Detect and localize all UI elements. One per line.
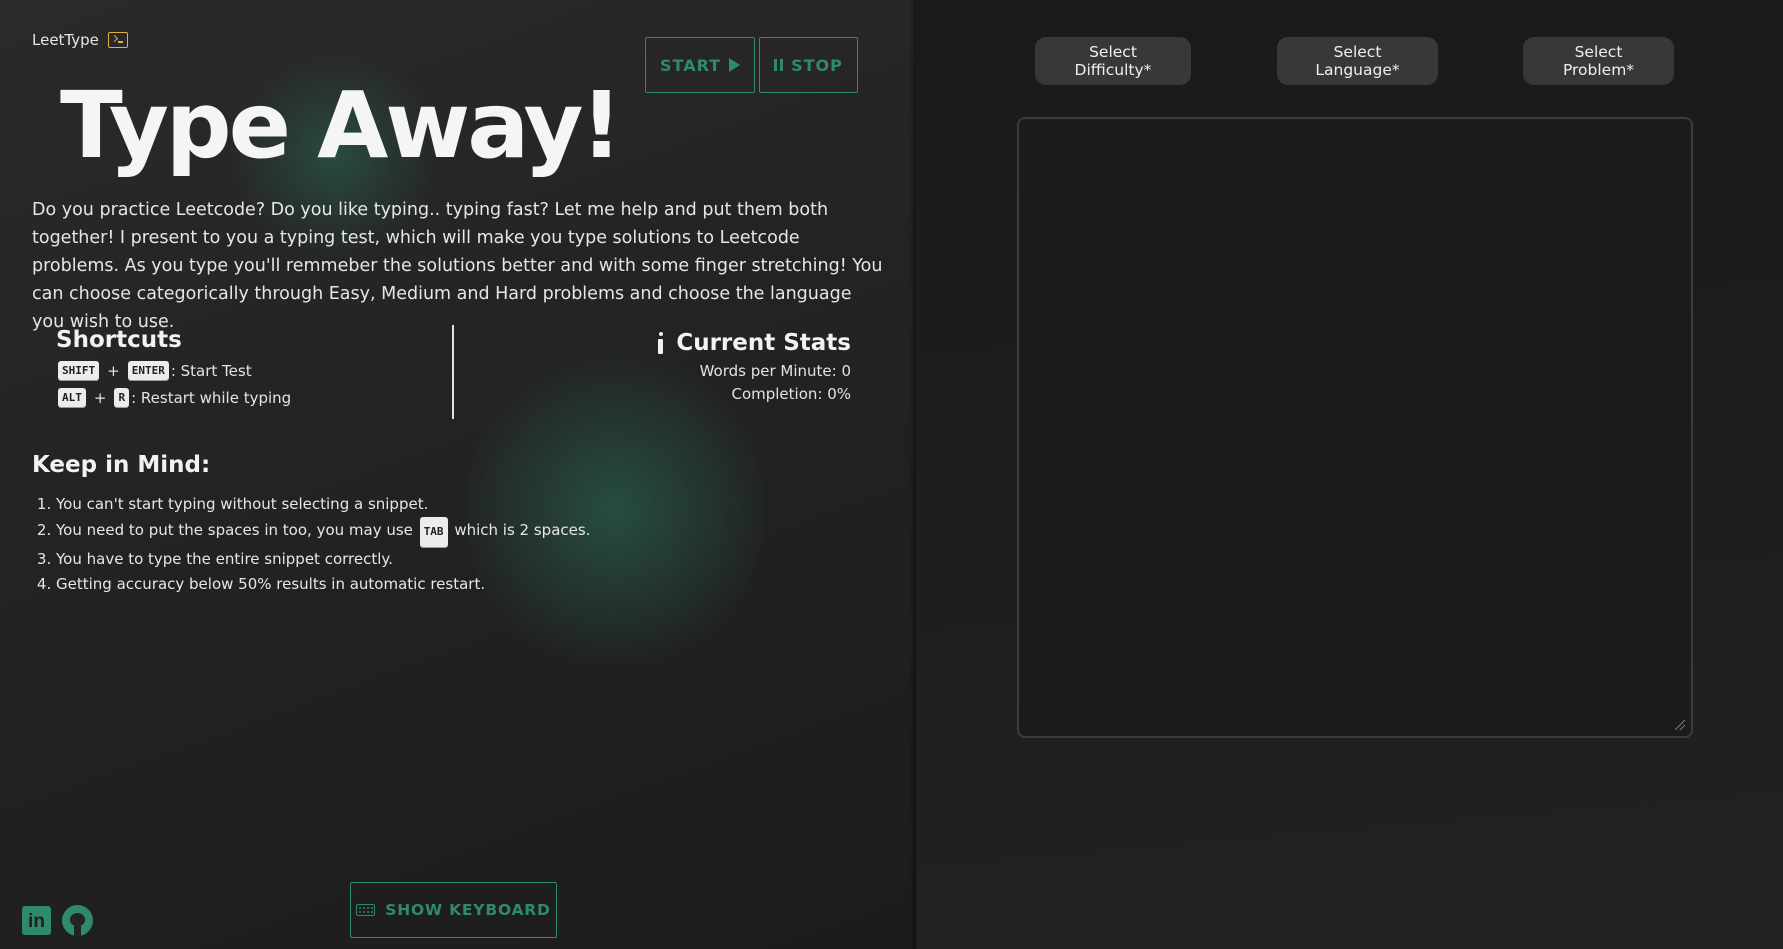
- typing-panel: Select Difficulty* Select Language* Sele…: [916, 0, 1783, 949]
- shortcut-row: SHIFT + ENTER : Start Test: [56, 361, 291, 380]
- info-panel: LeetType START STOP Type Away! Do you pr…: [0, 0, 916, 949]
- info-icon: [656, 331, 666, 355]
- rule-text: which is 2 spaces.: [454, 520, 591, 539]
- linkedin-icon[interactable]: in: [22, 906, 51, 935]
- keyboard-icon: [356, 904, 376, 916]
- key-badge: TAB: [419, 516, 448, 547]
- github-icon[interactable]: [62, 905, 93, 936]
- stats-header: Current Stats: [656, 330, 851, 356]
- terminal-icon: [107, 32, 128, 48]
- start-button-label: START: [660, 55, 722, 75]
- play-icon: [729, 58, 741, 72]
- show-keyboard-button[interactable]: SHOW KEYBOARD: [350, 882, 557, 938]
- resize-grip-icon[interactable]: [1675, 720, 1685, 730]
- select-problem-button[interactable]: Select Problem*: [1523, 37, 1674, 85]
- start-button[interactable]: START: [645, 37, 756, 93]
- shortcut-row: ALT + R : Restart while typing: [56, 388, 291, 407]
- social-links: in: [22, 905, 93, 937]
- list-item: You can't start typing without selecting…: [56, 492, 590, 517]
- app-name: LeetType: [32, 31, 99, 49]
- app-logo[interactable]: LeetType: [32, 31, 128, 49]
- stats-section: Current Stats Words per Minute: 0 Comple…: [656, 330, 851, 403]
- rule-text: You need to put the spaces in too, you m…: [56, 520, 413, 539]
- select-difficulty-button[interactable]: Select Difficulty*: [1035, 37, 1191, 85]
- key-badge: ALT: [58, 388, 86, 407]
- keep-in-mind-title: Keep in Mind:: [32, 452, 211, 478]
- key-badge: SHIFT: [58, 361, 100, 380]
- intro-description: Do you practice Leetcode? Do you like ty…: [32, 200, 883, 332]
- stats-title: Current Stats: [676, 330, 851, 356]
- select-language-button[interactable]: Select Language*: [1277, 37, 1438, 85]
- key-badge: ENTER: [127, 361, 169, 380]
- wpm-stat: Words per Minute: 0: [699, 362, 851, 380]
- show-keyboard-label: SHOW KEYBOARD: [385, 901, 551, 919]
- keep-in-mind-section: Keep in Mind: You can't start typing wit…: [32, 452, 590, 596]
- code-typing-area[interactable]: [1017, 117, 1693, 738]
- shortcut-action: : Start Test: [170, 361, 252, 380]
- list-item: You need to put the spaces in too, you m…: [56, 516, 591, 547]
- completion-stat: Completion: 0%: [731, 385, 851, 403]
- pause-icon: [774, 59, 784, 71]
- key-plus: +: [93, 388, 107, 407]
- test-controls: START STOP: [645, 37, 858, 93]
- shortcuts-section: Shortcuts SHIFT + ENTER : Start Test ALT…: [56, 327, 291, 407]
- section-divider: [452, 325, 454, 419]
- list-item: You have to type the entire snippet corr…: [56, 547, 590, 572]
- shortcut-action: : Restart while typing: [131, 388, 292, 407]
- stop-button[interactable]: STOP: [759, 37, 858, 93]
- app-root: LeetType START STOP Type Away! Do you pr…: [0, 0, 1783, 949]
- stop-button-label: STOP: [791, 55, 843, 75]
- rules-list: You can't start typing without selecting…: [32, 492, 590, 596]
- list-item: Getting accuracy below 50% results in au…: [56, 572, 590, 597]
- key-badge: R: [114, 388, 130, 407]
- key-plus: +: [107, 361, 120, 380]
- hero-title: Type Away!: [60, 72, 622, 179]
- shortcuts-title: Shortcuts: [56, 327, 182, 353]
